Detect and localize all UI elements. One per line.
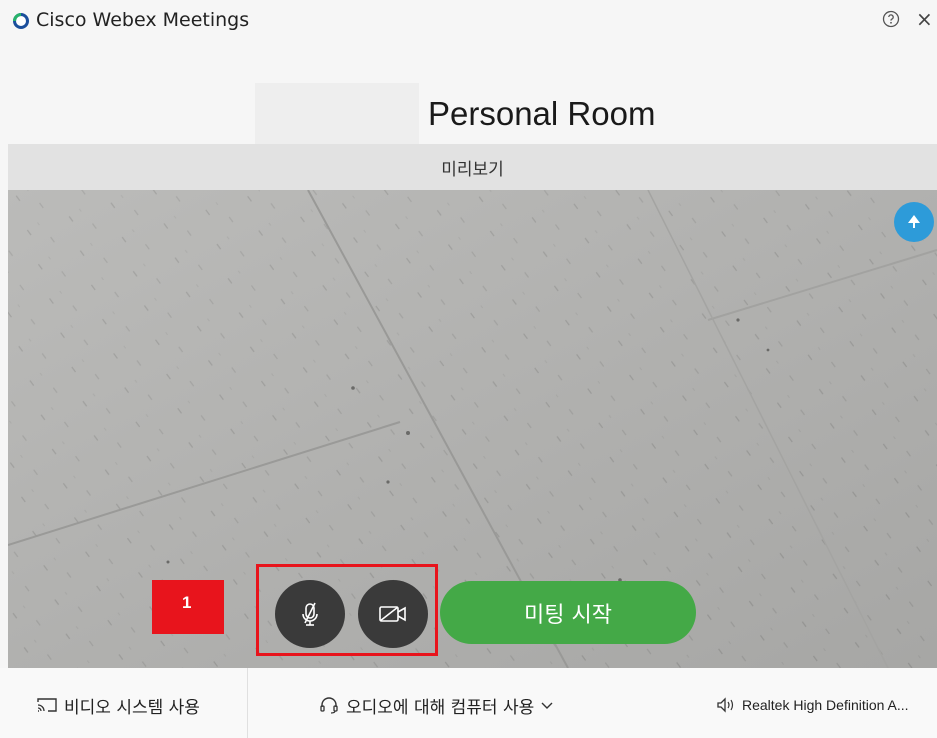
start-meeting-button[interactable]: 미팅 시작 [440, 581, 696, 644]
share-screen-icon [908, 215, 920, 228]
audio-option-label: 오디오에 대해 컴퓨터 사용 [346, 697, 535, 718]
preview-label: 미리보기 [441, 159, 504, 180]
speaker-label: Realtek High Definition A... [742, 697, 909, 713]
headset-icon [320, 697, 338, 714]
webex-logo-icon [13, 13, 29, 29]
close-icon[interactable]: × [916, 9, 933, 29]
room-title: Personal Room [428, 95, 656, 132]
title-bar: Cisco Webex Meetings × [0, 0, 937, 40]
meeting-header: Personal Room [0, 40, 937, 150]
speaker-selector[interactable]: Realtek High Definition A... [716, 690, 909, 720]
bottom-divider [247, 668, 248, 738]
video-system-button[interactable]: 비디오 시스템 사용 [36, 690, 200, 720]
highlight-box [256, 564, 438, 656]
start-meeting-label: 미팅 시작 [524, 602, 612, 628]
preview-bar: 미리보기 [8, 144, 937, 190]
app-title: Cisco Webex Meetings [36, 9, 250, 31]
annotation-badge: 1 [152, 580, 224, 634]
video-system-label: 비디오 시스템 사용 [64, 697, 200, 718]
cast-icon [37, 698, 57, 712]
speaker-icon [717, 697, 734, 713]
audio-option-dropdown[interactable]: 오디오에 대해 컴퓨터 사용 [318, 690, 560, 720]
chevron-down-icon [541, 702, 553, 709]
avatar [255, 83, 419, 150]
share-button[interactable] [894, 202, 934, 242]
question-circle-icon[interactable] [882, 10, 900, 28]
